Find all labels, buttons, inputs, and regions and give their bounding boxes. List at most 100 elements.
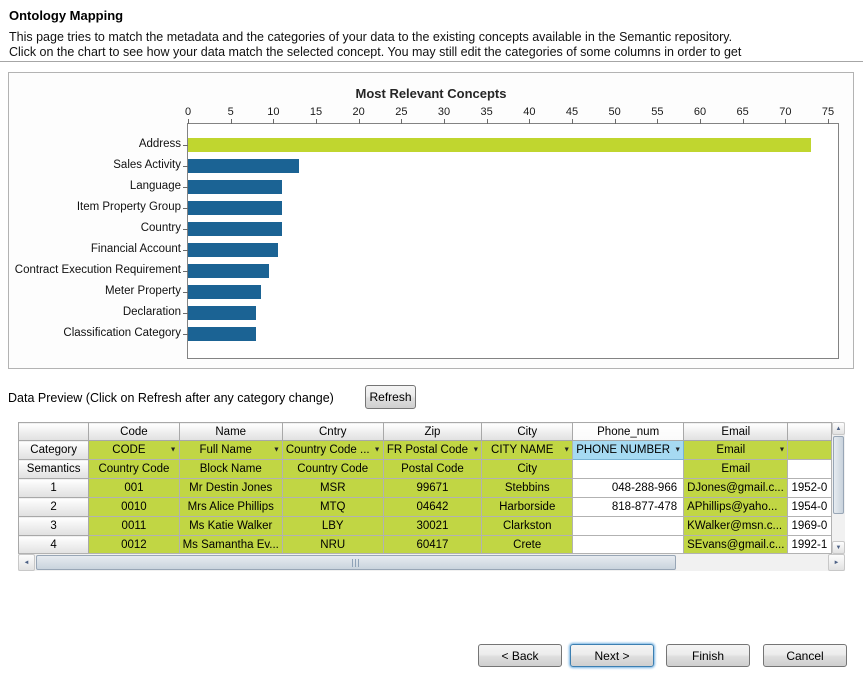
category-value: CODE bbox=[112, 444, 145, 456]
semantics-cell[interactable]: Country Code bbox=[89, 460, 179, 479]
data-cell[interactable]: 04642 bbox=[383, 498, 482, 517]
scroll-down-button[interactable]: ▼ bbox=[832, 541, 845, 554]
category-dropdown-cell[interactable]: Email▼ bbox=[684, 441, 788, 460]
chart-bar-country[interactable] bbox=[188, 222, 282, 236]
data-cell[interactable]: NRU bbox=[282, 536, 383, 555]
column-header-city[interactable]: City bbox=[482, 423, 573, 441]
x-axis-tick-label: 60 bbox=[694, 105, 706, 119]
data-cell[interactable]: MTQ bbox=[282, 498, 383, 517]
preview-grid: CodeNameCntryZipCityPhone_numEmailCatego… bbox=[18, 422, 832, 554]
x-axis-tick-mark bbox=[231, 119, 232, 124]
data-cell[interactable]: KWalker@msn.c... bbox=[684, 517, 788, 536]
category-value: FR Postal Code bbox=[387, 444, 468, 456]
semantics-cell[interactable]: Block Name bbox=[179, 460, 282, 479]
x-axis-tick-mark bbox=[529, 119, 530, 124]
data-cell[interactable]: 0010 bbox=[89, 498, 179, 517]
corner-header bbox=[19, 423, 89, 441]
data-cell[interactable]: 99671 bbox=[383, 479, 482, 498]
category-value: PHONE NUMBER bbox=[576, 444, 670, 456]
chart-bar-declaration[interactable] bbox=[188, 306, 256, 320]
page-title: Ontology Mapping bbox=[9, 8, 123, 23]
data-cell[interactable]: 001 bbox=[89, 479, 179, 498]
dropdown-arrow-icon[interactable]: ▼ bbox=[472, 447, 479, 454]
chart-bar-meter-property[interactable] bbox=[188, 285, 261, 299]
column-header-email[interactable]: Email bbox=[684, 423, 788, 441]
dropdown-arrow-icon[interactable]: ▼ bbox=[563, 447, 570, 454]
data-cell[interactable]: 0011 bbox=[89, 517, 179, 536]
column-header-phone_num[interactable]: Phone_num bbox=[573, 423, 684, 441]
semantics-cell[interactable] bbox=[573, 460, 684, 479]
scroll-right-button[interactable]: ► bbox=[828, 554, 845, 571]
semantics-cell[interactable] bbox=[788, 460, 832, 479]
chart-bar-item-property-group[interactable] bbox=[188, 201, 282, 215]
vertical-scrollbar[interactable]: ▲ ▼ bbox=[832, 422, 845, 554]
category-dropdown-cell[interactable]: PHONE NUMBER ▼ bbox=[573, 441, 684, 460]
vertical-scroll-thumb[interactable] bbox=[833, 436, 844, 514]
semantics-cell[interactable]: City bbox=[482, 460, 573, 479]
category-dropdown-cell[interactable]: Country Code ... ▼ bbox=[282, 441, 383, 460]
data-cell[interactable]: 048-288-966 bbox=[573, 479, 684, 498]
x-axis-tick-label: 25 bbox=[395, 105, 407, 119]
data-cell[interactable]: Mrs Alice Phillips bbox=[179, 498, 282, 517]
category-dropdown-cell[interactable]: Full Name▼ bbox=[179, 441, 282, 460]
data-cell[interactable]: 0012 bbox=[89, 536, 179, 555]
dropdown-arrow-icon[interactable]: ▼ bbox=[374, 447, 381, 454]
finish-button[interactable]: Finish bbox=[666, 644, 750, 667]
data-cell[interactable]: 1954-0 bbox=[788, 498, 832, 517]
data-cell[interactable]: LBY bbox=[282, 517, 383, 536]
chart-bar-sales-activity[interactable] bbox=[188, 159, 299, 173]
chart-bar-contract-execution-requirement[interactable] bbox=[188, 264, 269, 278]
data-cell[interactable]: Clarkston bbox=[482, 517, 573, 536]
plot-area[interactable]: 051015202530354045505560657075 bbox=[187, 123, 839, 359]
data-cell[interactable]: DJones@gmail.c... bbox=[684, 479, 788, 498]
dropdown-arrow-icon[interactable]: ▼ bbox=[779, 447, 786, 454]
semantics-cell[interactable]: Country Code bbox=[282, 460, 383, 479]
data-cell[interactable]: Mr Destin Jones bbox=[179, 479, 282, 498]
cancel-button[interactable]: Cancel bbox=[763, 644, 847, 667]
scroll-left-button[interactable]: ◄ bbox=[18, 554, 35, 571]
data-cell[interactable] bbox=[573, 517, 684, 536]
data-cell[interactable]: Harborside bbox=[482, 498, 573, 517]
refresh-button[interactable]: Refresh bbox=[365, 385, 416, 409]
semantics-cell[interactable]: Email bbox=[684, 460, 788, 479]
data-cell[interactable]: Stebbins bbox=[482, 479, 573, 498]
horizontal-scrollbar[interactable]: ◄ ► bbox=[18, 554, 845, 571]
data-cell[interactable]: 1969-0 bbox=[788, 517, 832, 536]
dropdown-arrow-icon[interactable]: ▼ bbox=[170, 447, 177, 454]
data-cell[interactable]: Ms Samantha Ev... bbox=[179, 536, 282, 555]
data-cell[interactable]: APhillips@yaho... bbox=[684, 498, 788, 517]
column-header-code[interactable]: Code bbox=[89, 423, 179, 441]
data-cell[interactable]: MSR bbox=[282, 479, 383, 498]
category-dropdown-cell[interactable]: CITY NAME▼ bbox=[482, 441, 573, 460]
chart-bar-financial-account[interactable] bbox=[188, 243, 278, 257]
data-cell[interactable]: 818-877-478 bbox=[573, 498, 684, 517]
chart-category-label: Item Property Group bbox=[9, 200, 181, 214]
scroll-up-button[interactable]: ▲ bbox=[832, 422, 845, 435]
next-button[interactable]: Next > bbox=[570, 644, 654, 667]
category-value: Country Code ... bbox=[286, 444, 370, 456]
column-header-zip[interactable]: Zip bbox=[383, 423, 482, 441]
data-cell[interactable]: 1952-0 bbox=[788, 479, 832, 498]
dropdown-arrow-icon[interactable]: ▼ bbox=[674, 447, 681, 454]
horizontal-scroll-thumb[interactable] bbox=[36, 555, 676, 570]
column-header-cntry[interactable]: Cntry bbox=[282, 423, 383, 441]
column-header-name[interactable]: Name bbox=[179, 423, 282, 441]
chart-bar-language[interactable] bbox=[188, 180, 282, 194]
data-cell[interactable]: 1992-1 bbox=[788, 536, 832, 555]
x-axis-tick-mark bbox=[743, 119, 744, 124]
data-cell[interactable]: 30021 bbox=[383, 517, 482, 536]
data-cell[interactable]: SEvans@gmail.c... bbox=[684, 536, 788, 555]
category-dropdown-cell[interactable] bbox=[788, 441, 832, 460]
chart-bar-classification-category[interactable] bbox=[188, 327, 256, 341]
x-axis-tick-label: 10 bbox=[267, 105, 279, 119]
data-cell[interactable]: 60417 bbox=[383, 536, 482, 555]
semantics-cell[interactable]: Postal Code bbox=[383, 460, 482, 479]
data-cell[interactable]: Crete bbox=[482, 536, 573, 555]
category-dropdown-cell[interactable]: CODE ▼ bbox=[89, 441, 179, 460]
chart-bar-address[interactable] bbox=[188, 138, 811, 152]
back-button[interactable]: < Back bbox=[478, 644, 562, 667]
data-cell[interactable]: Ms Katie Walker bbox=[179, 517, 282, 536]
dropdown-arrow-icon[interactable]: ▼ bbox=[273, 447, 280, 454]
category-dropdown-cell[interactable]: FR Postal Code ▼ bbox=[383, 441, 482, 460]
data-cell[interactable] bbox=[573, 536, 684, 555]
